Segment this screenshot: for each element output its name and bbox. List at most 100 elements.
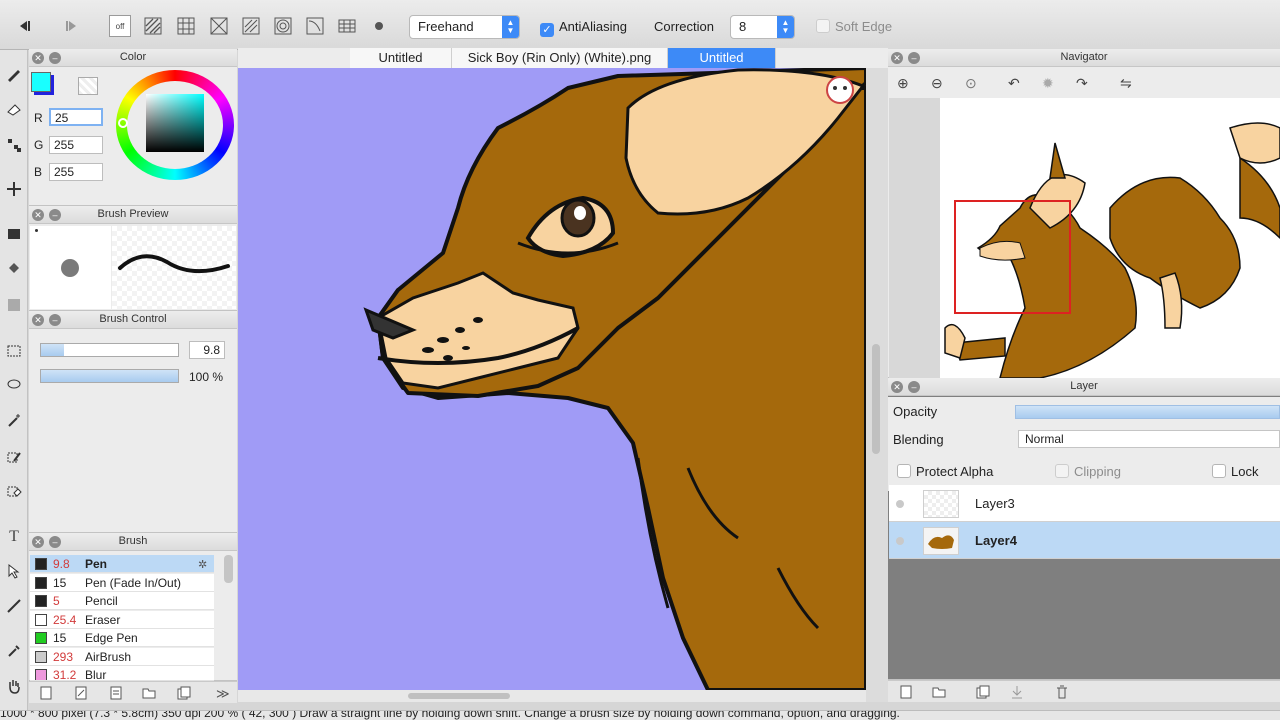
- close-icon[interactable]: ✕: [32, 52, 44, 64]
- minimize-icon[interactable]: –: [49, 52, 61, 64]
- new-layer-icon[interactable]: [899, 685, 913, 699]
- select-pen-icon[interactable]: [3, 446, 25, 468]
- minimize-icon[interactable]: –: [49, 536, 61, 548]
- brush-item[interactable]: 15 Pen (Fade In/Out): [30, 573, 214, 592]
- drawing-canvas[interactable]: [238, 68, 866, 690]
- dot-tool-icon[interactable]: [3, 134, 25, 156]
- antialiasing-checkbox[interactable]: ✓ AntiAliasing: [540, 19, 627, 37]
- hue-handle[interactable]: [118, 118, 128, 128]
- navigator-preview[interactable]: [940, 98, 1280, 378]
- rotate-right-icon[interactable]: ↷: [1076, 75, 1088, 92]
- close-icon[interactable]: ✕: [32, 536, 44, 548]
- opacity-slider[interactable]: [40, 369, 179, 383]
- blending-select[interactable]: Normal: [1018, 430, 1280, 448]
- snap-vanish-icon[interactable]: [240, 15, 262, 37]
- merge-layer-icon[interactable]: [1010, 685, 1024, 699]
- rotate-left-icon[interactable]: ↶: [1008, 75, 1020, 92]
- new-folder-icon[interactable]: [932, 685, 946, 699]
- stroke-mode-select[interactable]: Freehand ▲ ▼: [409, 15, 520, 39]
- divide-tool-icon[interactable]: [3, 595, 25, 617]
- g-value-input[interactable]: 255: [49, 136, 103, 154]
- minimize-icon[interactable]: –: [49, 314, 61, 326]
- brush-item[interactable]: 31.2 Blur: [30, 666, 214, 681]
- gear-icon[interactable]: ✲: [198, 558, 207, 571]
- snap-off-button[interactable]: off: [109, 15, 131, 37]
- snap-concentric-icon[interactable]: [272, 15, 294, 37]
- user-avatar-icon[interactable]: [826, 76, 854, 104]
- clipping-checkbox[interactable]: Clipping: [1055, 464, 1121, 479]
- eraser-tool-icon[interactable]: [3, 98, 25, 120]
- snap-curve-icon[interactable]: [304, 15, 326, 37]
- select-tool-icon[interactable]: [3, 340, 25, 362]
- minimize-icon[interactable]: –: [908, 381, 920, 393]
- fill-tool-icon[interactable]: [3, 223, 25, 245]
- lasso-tool-icon[interactable]: [3, 374, 25, 396]
- previous-arrow-icon[interactable]: [14, 15, 36, 37]
- brush-list-scrollbar[interactable]: [224, 555, 233, 583]
- next-arrow-icon[interactable]: [60, 15, 82, 37]
- layer-row-layer3[interactable]: Layer3: [889, 485, 1280, 522]
- new-brush-icon[interactable]: [39, 686, 53, 700]
- correction-select[interactable]: 8 ▲ ▼: [730, 15, 795, 39]
- lock-checkbox[interactable]: Lock: [1212, 464, 1258, 479]
- r-value-input[interactable]: 25: [49, 108, 103, 126]
- snap-dot-icon[interactable]: [368, 15, 390, 37]
- canvas-vertical-scrollbar[interactable]: [872, 344, 880, 454]
- hand-tool-icon[interactable]: [3, 675, 25, 697]
- antialiasing-label: AntiAliasing: [559, 19, 627, 34]
- close-icon[interactable]: ✕: [32, 314, 44, 326]
- zoom-in-icon[interactable]: ⊕: [897, 75, 909, 92]
- brush-item[interactable]: 5 Pencil: [30, 592, 214, 610]
- primary-color-swatch[interactable]: [31, 72, 51, 92]
- snap-crisscross-icon[interactable]: [208, 15, 230, 37]
- duplicate-brush-icon[interactable]: [177, 686, 191, 700]
- duplicate-layer-icon[interactable]: [976, 685, 990, 699]
- close-icon[interactable]: ✕: [891, 381, 903, 393]
- canvas-horizontal-scrollbar[interactable]: [408, 693, 510, 699]
- snap-edit-icon[interactable]: [336, 15, 358, 37]
- text-tool-icon[interactable]: T: [3, 526, 25, 548]
- tab-untitled-2[interactable]: Untitled: [668, 48, 776, 68]
- double-chevron-right-icon[interactable]: ≫: [216, 686, 230, 701]
- flip-icon[interactable]: ⇋: [1120, 75, 1132, 92]
- bucket-tool-icon[interactable]: [3, 258, 25, 280]
- magic-wand-icon[interactable]: [3, 410, 25, 432]
- brush-size-input[interactable]: 9.8: [189, 341, 225, 359]
- operation-tool-icon[interactable]: [3, 560, 25, 582]
- brush-item[interactable]: 15 Edge Pen: [30, 629, 214, 647]
- zoom-out-icon[interactable]: ⊖: [931, 75, 943, 92]
- brush-tool-icon[interactable]: [3, 63, 25, 85]
- brush-settings-icon[interactable]: [109, 686, 123, 700]
- select-eraser-icon[interactable]: [3, 480, 25, 502]
- transparent-color-swatch[interactable]: [78, 77, 98, 95]
- brush-item[interactable]: 25.4 Eraser: [30, 610, 214, 629]
- tab-sick-boy[interactable]: Sick Boy (Rin Only) (White).png: [452, 48, 668, 68]
- close-icon[interactable]: ✕: [891, 52, 903, 64]
- protect-alpha-checkbox[interactable]: Protect Alpha: [897, 464, 993, 479]
- brush-item[interactable]: 9.8 Pen: [30, 555, 214, 573]
- brush-size-slider[interactable]: [40, 343, 179, 357]
- brush-item[interactable]: 293 AirBrush: [30, 647, 214, 666]
- visibility-dot-icon[interactable]: [896, 537, 904, 545]
- zoom-reset-icon[interactable]: ⊙: [965, 75, 977, 92]
- tab-untitled-1[interactable]: Untitled: [350, 48, 452, 68]
- move-tool-icon[interactable]: [3, 178, 25, 200]
- minimize-icon[interactable]: –: [49, 209, 61, 221]
- color-wheel[interactable]: [116, 70, 234, 180]
- minimize-icon[interactable]: –: [908, 52, 920, 64]
- snap-parallel-icon[interactable]: [142, 15, 164, 37]
- soft-edge-checkbox[interactable]: Soft Edge: [816, 19, 892, 34]
- close-icon[interactable]: ✕: [32, 209, 44, 221]
- snap-grid-icon[interactable]: [175, 15, 197, 37]
- layer-row-layer4[interactable]: Layer4: [889, 522, 1280, 559]
- layer-opacity-slider[interactable]: [1015, 405, 1280, 419]
- trash-icon[interactable]: [1055, 685, 1069, 699]
- eyedropper-icon[interactable]: [3, 640, 25, 662]
- edit-brush-icon[interactable]: [74, 686, 88, 700]
- gradient-tool-icon[interactable]: [3, 294, 25, 316]
- saturation-square[interactable]: [146, 94, 204, 152]
- b-value-input[interactable]: 255: [49, 163, 103, 181]
- visibility-dot-icon[interactable]: [896, 500, 904, 508]
- brush-folder-icon[interactable]: [142, 686, 156, 700]
- rotate-reset-icon[interactable]: ✹: [1042, 75, 1054, 92]
